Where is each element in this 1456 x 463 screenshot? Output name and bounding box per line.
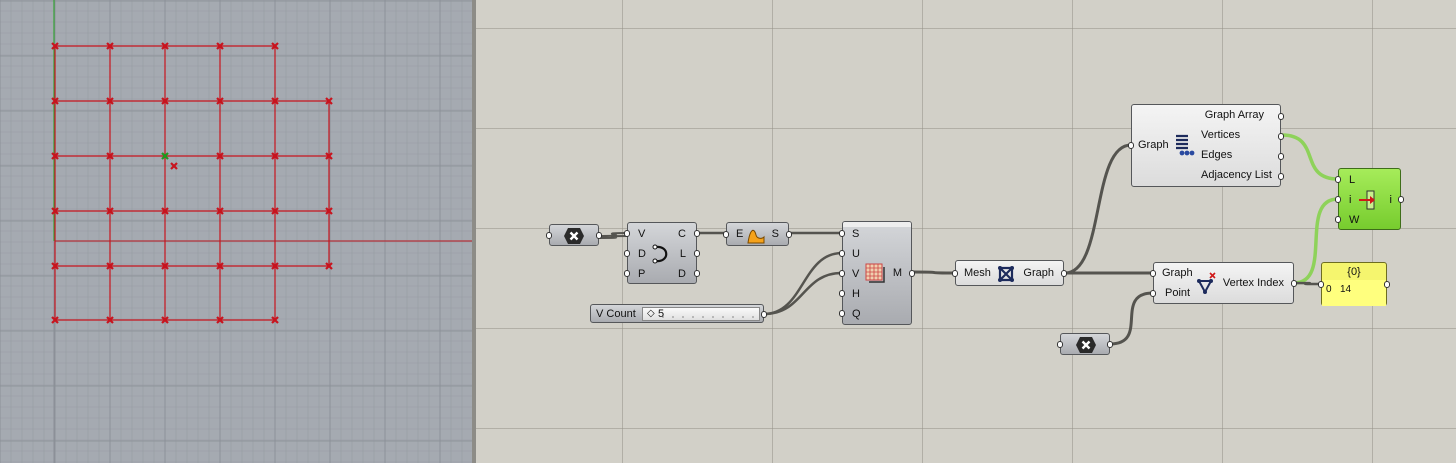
input-graph-label: Graph — [1138, 139, 1169, 151]
grasshopper-canvas[interactable]: V D P C L D E S S U V H Q M V Count ◇ 5 … — [476, 0, 1456, 463]
input-h-label: H — [852, 288, 860, 300]
input-s-label: S — [852, 228, 860, 240]
curve-icon — [652, 244, 668, 264]
mesh-grid-component[interactable]: S U V H Q M — [839, 221, 915, 325]
panel-row-value: 14 — [1340, 284, 1352, 295]
deconstruct-component[interactable]: V D P C L D — [624, 222, 700, 284]
input-v-label: V — [638, 228, 646, 240]
slider-grip-icon[interactable]: ◇ — [647, 308, 655, 320]
output-graph-array-label: Graph Array — [1204, 109, 1264, 121]
input-point-label: Point — [1165, 287, 1191, 299]
wire[interactable] — [1281, 133, 1339, 181]
input-v-label: V — [852, 268, 860, 280]
slider-track[interactable]: ◇ 5 — [642, 307, 760, 321]
output-c-label: C — [678, 228, 686, 240]
input-q-label: Q — [852, 308, 861, 320]
input-p-label: P — [638, 268, 646, 280]
orange-shape-icon — [747, 229, 765, 244]
wire[interactable] — [763, 271, 843, 316]
graph-list-icon — [1176, 134, 1195, 156]
input-w-label: W — [1349, 214, 1360, 226]
cross-hex-icon — [1076, 337, 1096, 353]
vertex-index-component[interactable]: Graph Point Vertex Index — [1150, 262, 1297, 304]
input-u-label: U — [852, 248, 860, 260]
wire[interactable] — [1064, 143, 1132, 275]
output-edges-label: Edges — [1201, 149, 1233, 161]
mesh-grid-icon — [865, 263, 885, 283]
panel-row-index: 0 — [1326, 284, 1332, 295]
rhino-viewport[interactable] — [0, 0, 472, 463]
point-param-component-2[interactable] — [1057, 333, 1113, 355]
wire-layer — [599, 133, 1339, 346]
output-s-label: S — [771, 228, 779, 240]
slider-label: V Count — [596, 308, 636, 320]
mesh-to-graph-component[interactable]: Mesh Graph — [952, 260, 1067, 286]
list-item-icon — [1359, 190, 1375, 210]
input-d-label: D — [638, 248, 646, 260]
wire[interactable] — [1109, 291, 1154, 346]
input-l-label: L — [1349, 174, 1356, 186]
slider-value: 5 — [658, 308, 665, 320]
list-item-component[interactable]: L i W i — [1335, 168, 1404, 230]
wire[interactable] — [912, 270, 956, 275]
output-panel[interactable]: {0} 0 14 — [1318, 262, 1390, 306]
output-i-label: i — [1389, 194, 1392, 206]
output-adjacency-list-label: Adjacency List — [1201, 169, 1272, 181]
input-mesh-label: Mesh — [964, 267, 991, 279]
panel-header: {0} — [1347, 266, 1361, 278]
wire[interactable] — [763, 251, 843, 316]
output-vertices-label: Vertices — [1201, 129, 1241, 141]
mesh-graph-icon — [998, 266, 1014, 282]
cross-hex-icon — [564, 228, 584, 244]
input-i-label: i — [1349, 194, 1352, 206]
output-m-label: M — [892, 267, 902, 279]
vertex-index-icon — [1197, 272, 1216, 295]
output-l-label: L — [679, 248, 686, 260]
output-graph-label: Graph — [1023, 267, 1054, 279]
wire[interactable] — [1293, 281, 1322, 286]
point-param-component[interactable] — [546, 224, 602, 246]
viewport-drawing — [0, 0, 472, 463]
output-vertex-index-label: Vertex Index — [1222, 277, 1284, 289]
v-count-slider[interactable]: V Count ◇ 5 — [590, 304, 767, 323]
deconstruct-graph-component[interactable]: Graph Graph Array Vertices Edges Adjacen… — [1128, 104, 1284, 187]
expression-component[interactable]: E S — [723, 222, 792, 246]
input-graph-label: Graph — [1162, 267, 1193, 279]
input-e-label: E — [736, 228, 744, 240]
output-d-label: D — [678, 268, 686, 280]
